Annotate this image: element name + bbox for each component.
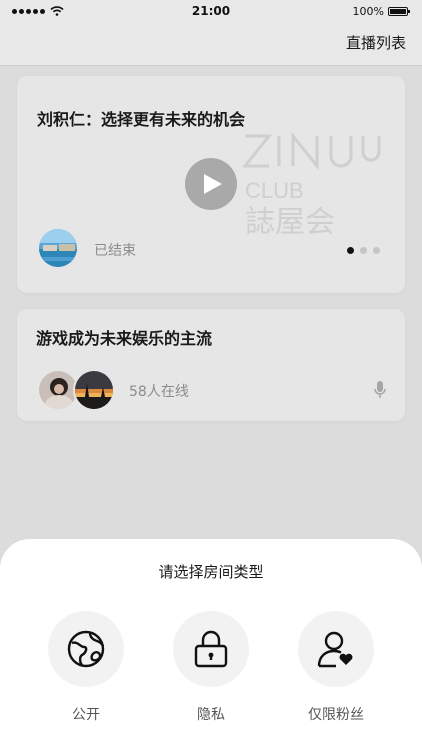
fans-only-option[interactable]: 仅限粉丝 — [286, 611, 386, 724]
option-icon-circle[interactable] — [173, 611, 249, 687]
option-label: 隐私 — [197, 707, 225, 723]
room-type-sheet: 请选择房间类型 公开 隐私 仅限粉丝 — [0, 539, 422, 750]
sheet-title: 请选择房间类型 — [158, 563, 264, 581]
option-label: 仅限粉丝 — [308, 707, 364, 723]
globe-icon — [67, 630, 105, 668]
user-heart-icon — [317, 631, 353, 668]
option-label: 公开 — [72, 707, 100, 723]
option-icon-circle[interactable] — [298, 611, 374, 687]
lock-icon — [194, 630, 228, 668]
option-icon-circle[interactable] — [48, 611, 124, 687]
private-option[interactable]: 隐私 — [161, 611, 261, 724]
public-option[interactable]: 公开 — [36, 611, 136, 724]
